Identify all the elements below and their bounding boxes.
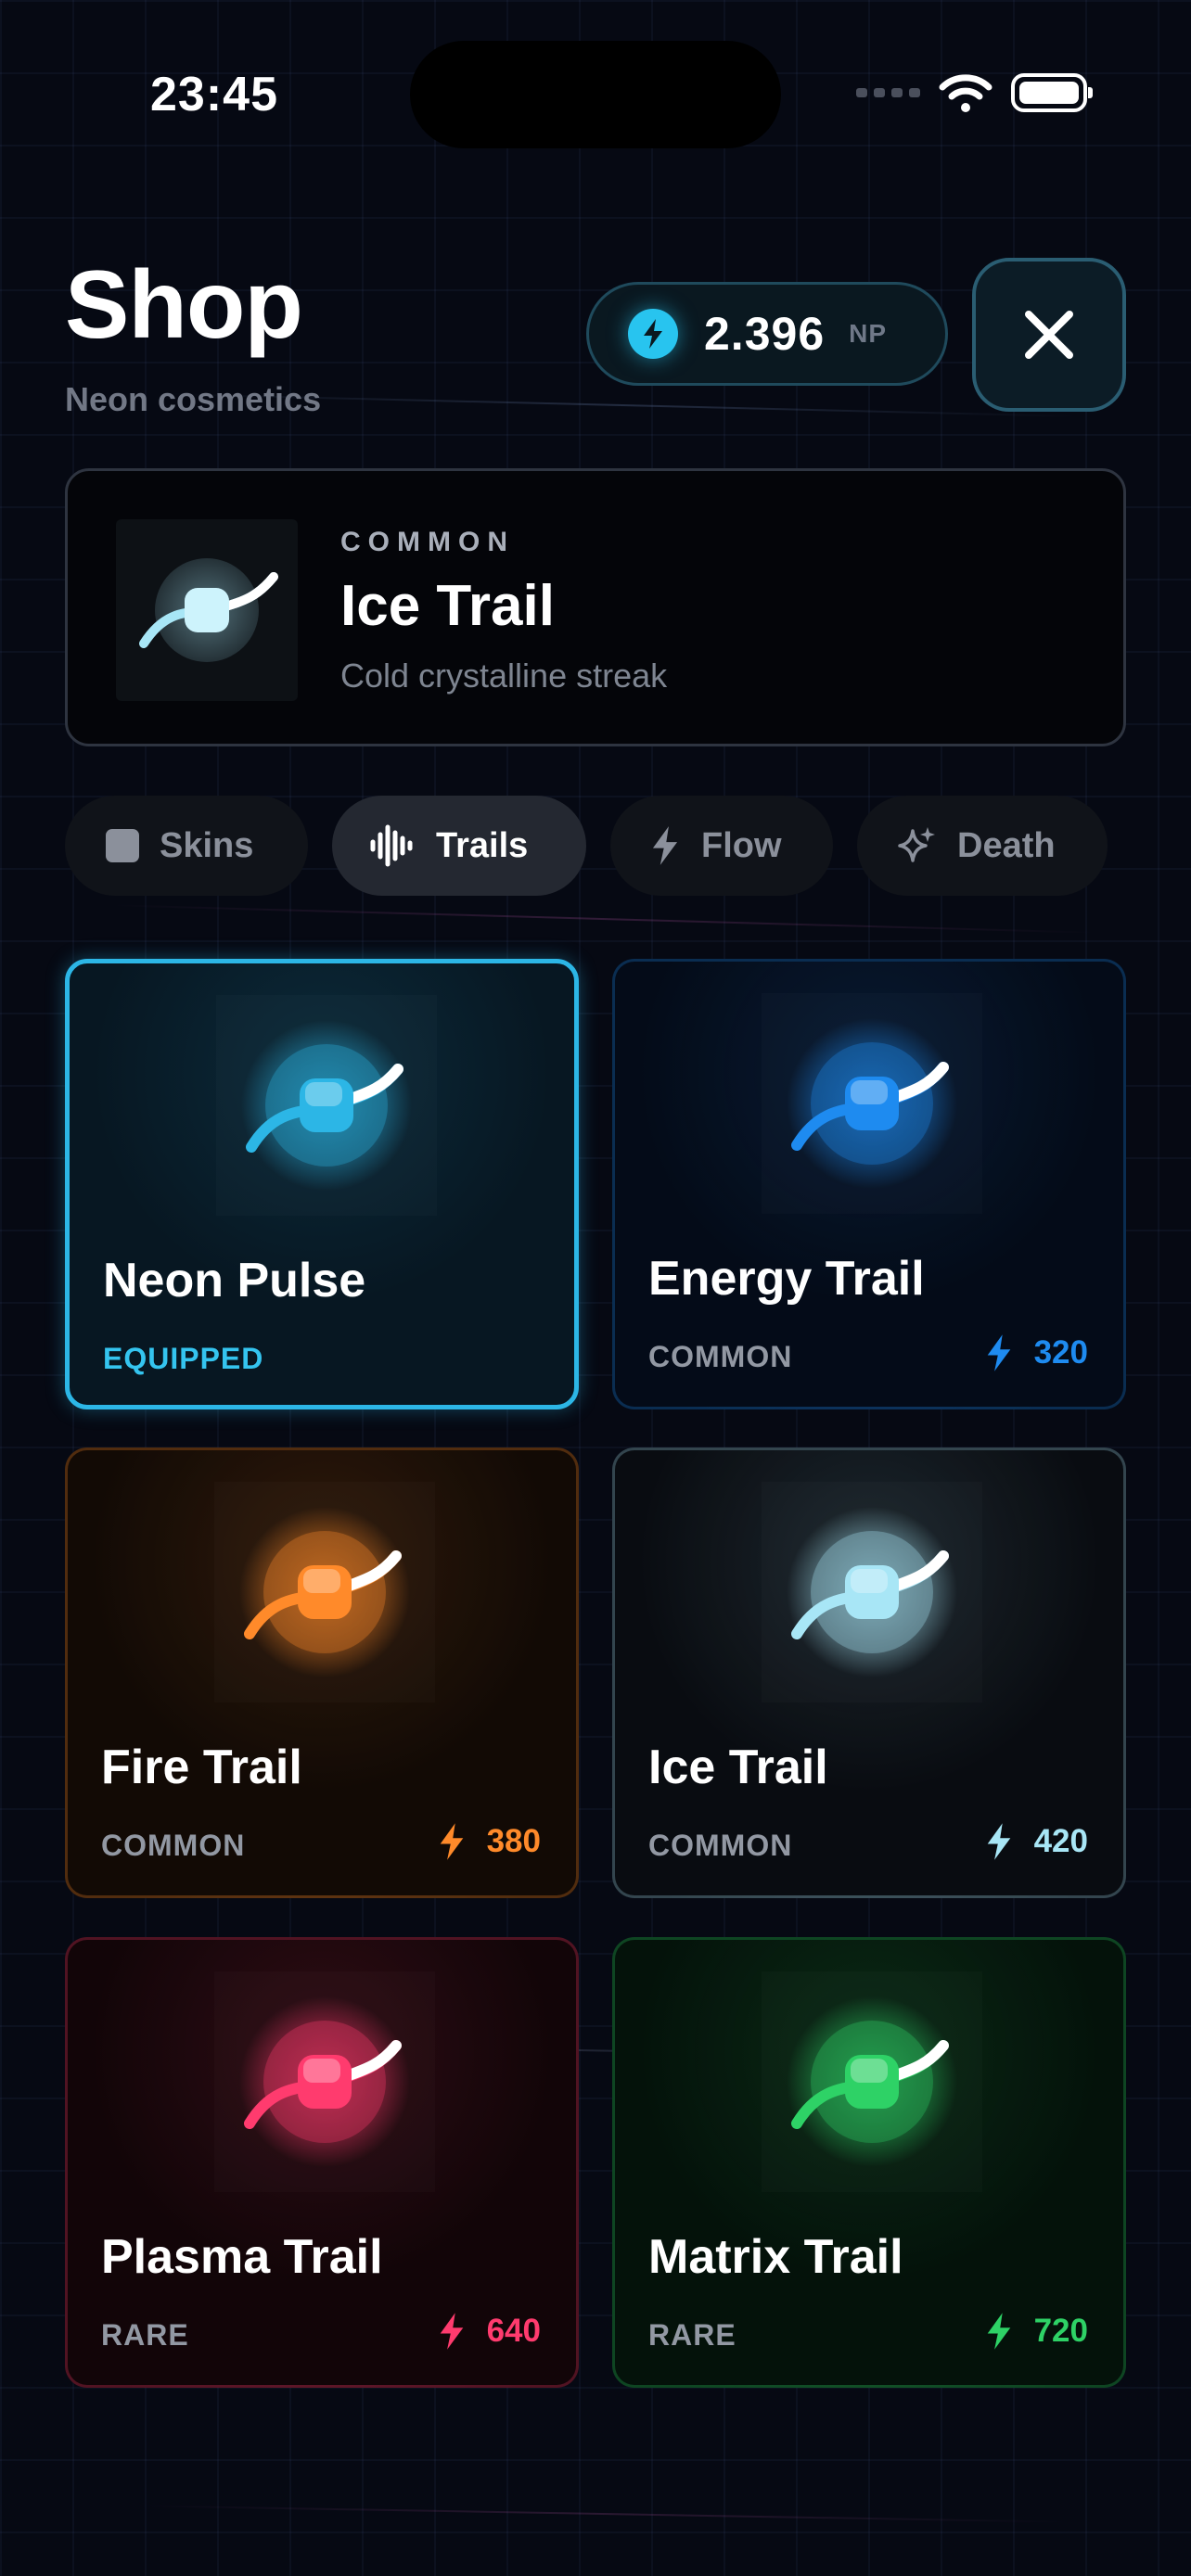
light-streak (139, 2505, 1067, 2523)
dynamic-island (410, 41, 781, 148)
bolt-icon (652, 826, 678, 865)
page-subtitle: Neon cosmetics (65, 380, 322, 418)
item-name: Ice Trail (648, 1741, 828, 1794)
item-card[interactable]: Ice Trail COMMON 420 (612, 1447, 1126, 1898)
item-card[interactable]: Matrix Trail RARE 720 (612, 1937, 1126, 2388)
tab-label: Trails (436, 825, 529, 865)
trail-icon (787, 1018, 957, 1189)
currency-balance: 2.396 NP (586, 282, 948, 386)
item-thumbnail (762, 1482, 982, 1702)
wifi-icon (939, 74, 992, 112)
equipped-badge: EQUIPPED (103, 1342, 264, 1375)
item-name: Neon Pulse (103, 1254, 366, 1307)
item-thumbnail (214, 1482, 435, 1702)
light-streak (111, 904, 1095, 934)
bolt-icon (628, 309, 678, 359)
featured-rarity: COMMON (340, 527, 515, 557)
page-title: Shop (65, 251, 303, 359)
item-thumbnail (216, 995, 437, 1216)
tab-death[interactable]: Death (857, 796, 1108, 896)
tab-label: Flow (701, 825, 782, 865)
cellular-signal-icon (856, 88, 920, 97)
tab-flow[interactable]: Flow (610, 796, 833, 896)
featured-item-preview: COMMON Ice Trail Cold crystalline streak (65, 468, 1126, 746)
item-price: 380 (437, 1821, 541, 1862)
item-name: Matrix Trail (648, 2230, 903, 2284)
item-name: Fire Trail (101, 1741, 302, 1794)
item-card[interactable]: Energy Trail COMMON 320 (612, 959, 1126, 1409)
bolt-icon (987, 1823, 1010, 1860)
battery-icon (1011, 73, 1093, 112)
tab-label: Death (957, 825, 1056, 865)
bolt-icon (987, 2313, 1010, 2350)
trail-icon (239, 1507, 410, 1677)
featured-name: Ice Trail (340, 574, 555, 638)
item-card[interactable]: Neon Pulse EQUIPPED (65, 959, 579, 1409)
item-name: Plasma Trail (101, 2230, 383, 2284)
item-name: Energy Trail (648, 1252, 925, 1306)
tab-skins[interactable]: Skins (65, 796, 308, 896)
item-rarity: RARE (101, 2318, 189, 2352)
trail-icon (239, 1996, 410, 2167)
item-card[interactable]: Plasma Trail RARE 640 (65, 1937, 579, 2388)
tab-trails[interactable]: Trails (332, 796, 586, 896)
item-price: 640 (437, 2311, 541, 2352)
trail-icon (139, 558, 278, 662)
item-price: 420 (984, 1821, 1088, 1862)
price-value: 720 (1033, 2313, 1088, 2349)
balance-unit: NP (849, 319, 888, 348)
item-rarity: COMMON (101, 1829, 246, 1862)
bolt-icon (987, 1334, 1010, 1371)
featured-description: Cold crystalline streak (340, 657, 668, 695)
item-price: 720 (984, 2311, 1088, 2352)
trail-icon (787, 1996, 957, 2167)
item-rarity: COMMON (648, 1829, 793, 1862)
item-thumbnail (214, 1971, 435, 2192)
square-icon (106, 829, 139, 862)
item-price: 320 (984, 1333, 1088, 1373)
price-value: 320 (1033, 1334, 1088, 1371)
item-thumbnail (762, 1971, 982, 2192)
bolt-icon (440, 2313, 463, 2350)
price-value: 640 (486, 2313, 541, 2349)
status-icons (856, 72, 1093, 113)
item-card[interactable]: Fire Trail COMMON 380 (65, 1447, 579, 1898)
price-value: 420 (1033, 1823, 1088, 1859)
close-button[interactable] (972, 258, 1126, 412)
price-value: 380 (486, 1823, 541, 1859)
balance-value: 2.396 (704, 308, 826, 360)
item-rarity: COMMON (648, 1340, 793, 1373)
bolt-icon (440, 1823, 463, 1860)
status-time: 23:45 (150, 68, 278, 121)
waveform-icon (370, 824, 413, 867)
item-thumbnail (762, 993, 982, 1214)
sparkles-icon (898, 827, 935, 862)
item-rarity: RARE (648, 2318, 736, 2352)
trail-icon (241, 1020, 412, 1191)
tab-label: Skins (160, 825, 254, 865)
trail-icon (787, 1507, 957, 1677)
close-icon (1025, 311, 1073, 359)
featured-thumbnail (116, 519, 298, 701)
